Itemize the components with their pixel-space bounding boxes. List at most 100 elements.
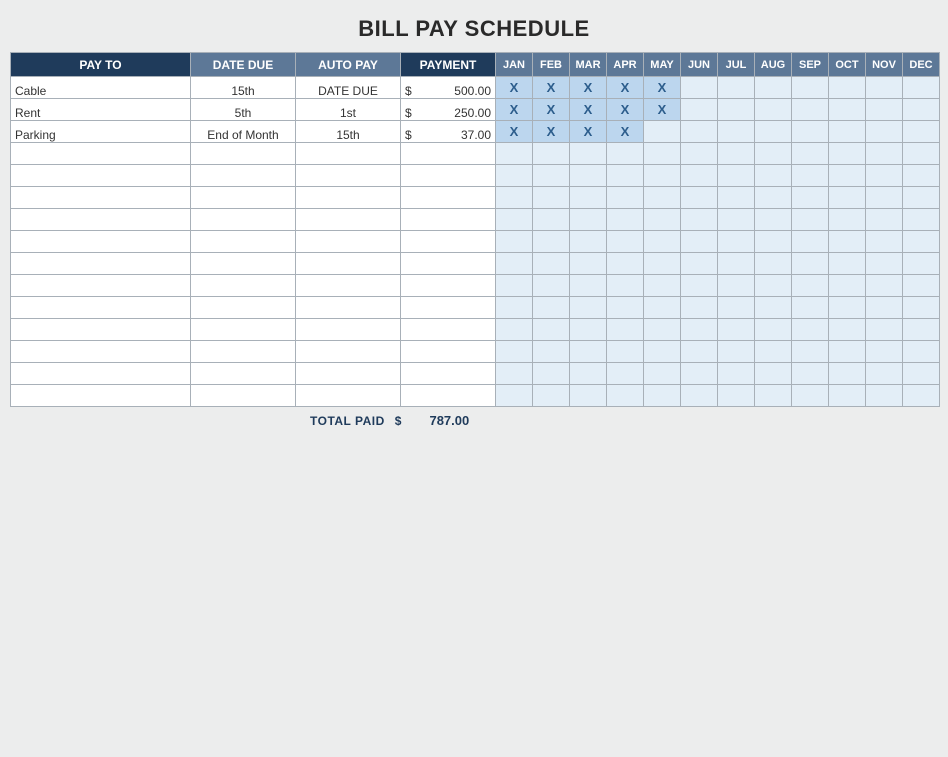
month-cell[interactable] xyxy=(607,143,644,165)
month-cell[interactable] xyxy=(755,187,792,209)
month-cell[interactable] xyxy=(681,385,718,407)
month-cell[interactable] xyxy=(644,275,681,297)
payto-cell[interactable] xyxy=(11,209,191,231)
payment-cell[interactable] xyxy=(401,143,496,165)
month-cell[interactable] xyxy=(829,253,866,275)
payment-cell[interactable]: $37.00 xyxy=(401,121,496,143)
month-cell[interactable] xyxy=(570,319,607,341)
payto-cell[interactable] xyxy=(11,385,191,407)
month-cell[interactable] xyxy=(718,231,755,253)
month-cell[interactable]: X xyxy=(607,121,644,143)
date-due-cell[interactable] xyxy=(191,385,296,407)
payment-cell[interactable] xyxy=(401,275,496,297)
month-cell[interactable] xyxy=(829,77,866,99)
month-cell[interactable] xyxy=(570,187,607,209)
month-cell[interactable] xyxy=(644,297,681,319)
month-cell[interactable] xyxy=(533,341,570,363)
month-cell[interactable] xyxy=(681,363,718,385)
month-cell[interactable] xyxy=(903,77,940,99)
month-cell[interactable] xyxy=(681,77,718,99)
auto-pay-cell[interactable] xyxy=(296,297,401,319)
payto-cell[interactable] xyxy=(11,143,191,165)
month-cell[interactable] xyxy=(644,121,681,143)
month-cell[interactable] xyxy=(496,363,533,385)
month-cell[interactable] xyxy=(496,297,533,319)
month-cell[interactable] xyxy=(792,319,829,341)
date-due-cell[interactable] xyxy=(191,297,296,319)
month-cell[interactable] xyxy=(866,363,903,385)
auto-pay-cell[interactable] xyxy=(296,363,401,385)
month-cell[interactable] xyxy=(755,121,792,143)
auto-pay-cell[interactable]: 1st xyxy=(296,99,401,121)
month-cell[interactable] xyxy=(644,209,681,231)
month-cell[interactable]: X xyxy=(570,99,607,121)
date-due-cell[interactable]: 5th xyxy=(191,99,296,121)
month-cell[interactable] xyxy=(755,231,792,253)
date-due-cell[interactable] xyxy=(191,341,296,363)
month-cell[interactable] xyxy=(681,297,718,319)
month-cell[interactable] xyxy=(533,187,570,209)
month-cell[interactable] xyxy=(866,253,903,275)
payment-cell[interactable] xyxy=(401,187,496,209)
auto-pay-cell[interactable] xyxy=(296,143,401,165)
auto-pay-cell[interactable] xyxy=(296,253,401,275)
month-cell[interactable] xyxy=(644,363,681,385)
month-cell[interactable] xyxy=(607,341,644,363)
month-cell[interactable]: X xyxy=(496,121,533,143)
month-cell[interactable] xyxy=(533,143,570,165)
payment-cell[interactable] xyxy=(401,341,496,363)
month-cell[interactable] xyxy=(792,341,829,363)
month-cell[interactable] xyxy=(681,253,718,275)
month-cell[interactable]: X xyxy=(570,121,607,143)
month-cell[interactable] xyxy=(570,143,607,165)
month-cell[interactable] xyxy=(755,165,792,187)
month-cell[interactable] xyxy=(866,121,903,143)
month-cell[interactable]: X xyxy=(496,77,533,99)
month-cell[interactable] xyxy=(866,209,903,231)
month-cell[interactable] xyxy=(533,363,570,385)
month-cell[interactable] xyxy=(792,297,829,319)
month-cell[interactable] xyxy=(570,363,607,385)
month-cell[interactable] xyxy=(792,187,829,209)
month-cell[interactable] xyxy=(607,363,644,385)
month-cell[interactable] xyxy=(755,99,792,121)
month-cell[interactable] xyxy=(829,121,866,143)
month-cell[interactable] xyxy=(681,231,718,253)
month-cell[interactable] xyxy=(681,209,718,231)
month-cell[interactable] xyxy=(829,341,866,363)
month-cell[interactable] xyxy=(718,209,755,231)
month-cell[interactable] xyxy=(681,319,718,341)
month-cell[interactable] xyxy=(829,275,866,297)
month-cell[interactable] xyxy=(866,143,903,165)
month-cell[interactable] xyxy=(718,319,755,341)
month-cell[interactable]: X xyxy=(533,77,570,99)
month-cell[interactable] xyxy=(903,165,940,187)
month-cell[interactable] xyxy=(755,275,792,297)
month-cell[interactable] xyxy=(755,363,792,385)
month-cell[interactable] xyxy=(866,231,903,253)
auto-pay-cell[interactable]: DATE DUE xyxy=(296,77,401,99)
month-cell[interactable] xyxy=(755,341,792,363)
month-cell[interactable] xyxy=(644,253,681,275)
month-cell[interactable] xyxy=(903,253,940,275)
month-cell[interactable] xyxy=(644,231,681,253)
month-cell[interactable] xyxy=(570,231,607,253)
month-cell[interactable] xyxy=(718,341,755,363)
month-cell[interactable]: X xyxy=(570,77,607,99)
date-due-cell[interactable] xyxy=(191,165,296,187)
month-cell[interactable] xyxy=(607,385,644,407)
month-cell[interactable] xyxy=(607,319,644,341)
month-cell[interactable] xyxy=(681,341,718,363)
month-cell[interactable] xyxy=(496,143,533,165)
month-cell[interactable] xyxy=(681,165,718,187)
month-cell[interactable]: X xyxy=(607,99,644,121)
month-cell[interactable] xyxy=(570,253,607,275)
month-cell[interactable] xyxy=(903,143,940,165)
auto-pay-cell[interactable] xyxy=(296,319,401,341)
month-cell[interactable] xyxy=(903,231,940,253)
month-cell[interactable] xyxy=(607,165,644,187)
month-cell[interactable] xyxy=(829,143,866,165)
month-cell[interactable] xyxy=(792,231,829,253)
month-cell[interactable] xyxy=(903,319,940,341)
payment-cell[interactable] xyxy=(401,319,496,341)
